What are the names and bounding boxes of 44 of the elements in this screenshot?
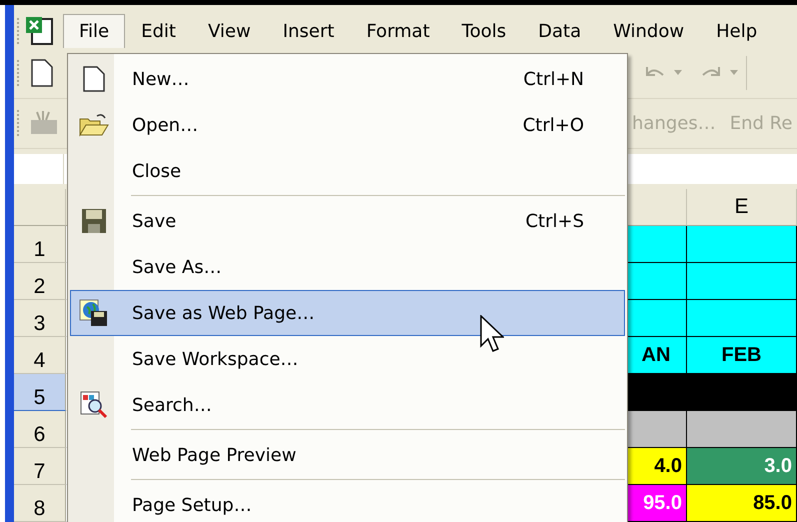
row-header[interactable]: 4 (14, 337, 66, 374)
menu-item[interactable]: New… Ctrl+N (70, 56, 625, 102)
table-cell: AN (626, 337, 687, 374)
document-icon[interactable] (31, 58, 53, 87)
menu-title[interactable]: Insert (266, 14, 350, 48)
row-header[interactable]: 5 (14, 374, 66, 411)
menu-title[interactable]: Tools (446, 14, 522, 48)
table-cell: 3.0 (687, 448, 797, 485)
menu-item[interactable]: Page Setup… (70, 482, 625, 522)
menu-title[interactable]: Window (597, 14, 700, 48)
menu-item[interactable]: Save as Web Page… (70, 290, 625, 336)
table-cell: 85.0 (687, 485, 797, 522)
caret-icon[interactable] (674, 70, 682, 76)
row-header[interactable]: 8 (14, 485, 66, 522)
magnifier-document-icon (80, 391, 108, 419)
spreadsheet-app-icon (25, 16, 55, 46)
menu-item[interactable]: Open… Ctrl+O (70, 102, 625, 148)
menu-item[interactable]: Save Ctrl+S (70, 198, 625, 244)
mouse-pointer-icon (480, 315, 504, 353)
toolbar-icon[interactable] (29, 110, 59, 136)
row-header[interactable]: 6 (14, 411, 66, 448)
menu-title[interactable]: Help (700, 14, 774, 48)
row-header[interactable]: 1 (14, 226, 66, 263)
table-cell: 95.0 (626, 485, 687, 522)
document-icon (83, 66, 105, 92)
table-cell: FEB (687, 337, 797, 374)
row-header[interactable]: 7 (14, 448, 66, 485)
globe-floppy-icon (79, 299, 109, 327)
menu-title[interactable]: Edit (125, 14, 192, 48)
menu-title[interactable]: View (192, 14, 267, 48)
caret-icon[interactable] (730, 70, 738, 76)
menu-title[interactable]: Data (522, 14, 598, 48)
menu-title[interactable]: Format (350, 14, 446, 48)
row-header[interactable]: 3 (14, 300, 66, 337)
menu-item[interactable]: Search… (70, 382, 625, 428)
menu-item[interactable]: Close (70, 148, 625, 194)
row-header[interactable]: 2 (14, 263, 66, 300)
menu-item[interactable]: Save As… (70, 244, 625, 290)
column-header[interactable]: E (687, 189, 797, 226)
menu-title[interactable]: File (63, 14, 126, 48)
menu-item[interactable]: Web Page Preview (70, 432, 625, 478)
folder-icon (79, 113, 109, 137)
table-cell: 4.0 (626, 448, 687, 485)
menu-item[interactable]: Save Workspace… (70, 336, 625, 382)
